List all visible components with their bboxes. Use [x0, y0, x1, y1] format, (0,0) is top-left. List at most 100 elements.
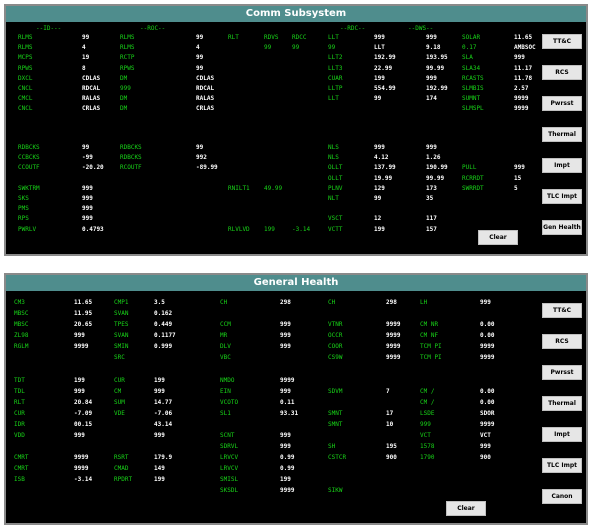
telemetry-cell: DM	[120, 105, 128, 113]
telemetry-cell: 99	[374, 195, 382, 202]
nav-button-6[interactable]: Canon	[542, 489, 582, 504]
nav-button-3[interactable]: Thermal	[542, 396, 582, 411]
telemetry-cell: CUR	[14, 410, 25, 417]
telemetry-cell: CCOUTF	[18, 164, 40, 172]
nav-button-1[interactable]: RCS	[542, 334, 582, 349]
telemetry-cell: CM3	[14, 299, 25, 306]
telemetry-cell: 999	[280, 343, 291, 350]
telemetry-cell: SMISL	[220, 476, 239, 483]
telemetry-cell: 0.00	[480, 388, 495, 395]
telemetry-cell: TDL	[14, 388, 25, 395]
telemetry-cell: RSRT	[114, 454, 129, 461]
telemetry-cell: 99.99	[426, 64, 445, 72]
nav-button-0[interactable]: TT&C	[542, 34, 582, 49]
telemetry-cell: 999	[82, 195, 93, 202]
telemetry-cell: 999	[514, 54, 525, 62]
telemetry-cell: SLMBIS	[462, 85, 484, 92]
telemetry-cell: 999	[120, 85, 131, 92]
telemetry-cell: RALAS	[82, 95, 101, 103]
telemetry-cell: SH	[328, 443, 336, 450]
telemetry-cell: SWRRDT	[462, 184, 484, 192]
telemetry-cell: NLS	[328, 154, 339, 162]
telemetry-cell: NLS	[328, 144, 339, 151]
telemetry-cell: OCCR	[328, 332, 343, 339]
nav-button-4[interactable]: Impt	[542, 427, 582, 442]
nav-button-2[interactable]: Pwrsst	[542, 365, 582, 380]
telemetry-cell: RCRRDT	[462, 174, 484, 182]
telemetry-cell: 0.1177	[154, 332, 176, 339]
telemetry-cell: 9999	[386, 354, 401, 361]
clear-button[interactable]: Clear	[446, 501, 486, 516]
telemetry-cell: 999	[374, 144, 385, 151]
telemetry-cell: RPDRT	[114, 476, 133, 483]
telemetry-cell: 999	[280, 388, 291, 395]
general-health-panel: General Health CM3 11.65 CMP1 3.5 CH 298 CH 298…	[4, 273, 588, 525]
nav-button-2[interactable]: Pwrsst	[542, 96, 582, 111]
nav-button-0[interactable]: TT&C	[542, 303, 582, 318]
telemetry-cell: -99	[82, 154, 93, 162]
telemetry-cell: 999	[280, 443, 291, 450]
telemetry-cell: 0.00	[480, 399, 495, 406]
telemetry-cell: 35	[426, 195, 434, 202]
telemetry-cell: 9999	[74, 465, 89, 472]
telemetry-cell: PMS	[18, 205, 29, 213]
telemetry-cell: RLT	[14, 399, 25, 406]
telemetry-cell: 9999	[280, 377, 295, 384]
telemetry-cell: 12	[374, 215, 382, 223]
telemetry-cell: 0.99	[280, 465, 295, 472]
telemetry-cell: NMDO	[220, 377, 235, 384]
telemetry-cell: 999	[74, 432, 85, 439]
telemetry-cell: VDD	[14, 432, 25, 439]
telemetry-cell: -20.20	[82, 164, 104, 172]
comm-subsystem-panel: Comm Subsystem RLMS 99 RLMS 99 RLT RDVS RDCC LL…	[4, 4, 588, 256]
telemetry-cell: CMCL	[18, 95, 33, 103]
telemetry-cell: 999	[280, 432, 291, 439]
telemetry-cell: 99	[82, 34, 90, 41]
telemetry-cell: LRVCV	[220, 454, 239, 461]
telemetry-cell: CRLAS	[82, 105, 101, 113]
telemetry-cell: SDOR	[480, 410, 495, 417]
telemetry-cell: 999	[154, 432, 165, 439]
nav-button-5[interactable]: TLC Impt	[542, 458, 582, 473]
telemetry-cell: 3.5	[154, 299, 165, 306]
telemetry-cell: CMP1	[114, 299, 129, 306]
telemetry-cell: VCT	[420, 432, 431, 439]
telemetry-cell: 298	[386, 299, 397, 306]
telemetry-cell: DM	[120, 95, 128, 103]
nav-button-4[interactable]: Impt	[542, 158, 582, 173]
telemetry-cell: 99	[374, 95, 382, 103]
telemetry-cell: 199	[280, 476, 291, 483]
telemetry-cell: LH	[420, 299, 428, 306]
telemetry-cell: 9999	[386, 332, 401, 339]
telemetry-cell: ISB	[14, 476, 25, 483]
telemetry-cell: 190.99	[426, 164, 448, 172]
telemetry-cell: VBC	[220, 354, 231, 361]
telemetry-cell: TPES	[114, 321, 129, 328]
clear-button[interactable]: Clear	[478, 230, 518, 245]
telemetry-cell: RCTP	[120, 54, 135, 62]
telemetry-cell: 17	[386, 410, 394, 417]
telemetry-cell: LLT2	[328, 54, 343, 62]
nav-button-5[interactable]: TLC Impt	[542, 189, 582, 204]
telemetry-cell: 298	[280, 299, 291, 306]
telemetry-cell: OLLT	[328, 164, 343, 172]
telemetry-cell: RPWS	[120, 64, 135, 72]
telemetry-cell: CUAR	[328, 74, 343, 82]
telemetry-cell: 199	[154, 377, 165, 384]
telemetry-cell: 117	[426, 215, 437, 223]
nav-button-6[interactable]: Gen Health	[542, 220, 582, 235]
telemetry-cell: VDE	[114, 410, 125, 417]
telemetry-cell: SL1	[220, 410, 231, 417]
telemetry-cell: RDVS	[264, 34, 279, 41]
telemetry-cell: 19	[82, 54, 90, 62]
nav-button-3[interactable]: Thermal	[542, 127, 582, 142]
telemetry-cell: PULL	[462, 164, 477, 172]
nav-button-1[interactable]: RCS	[542, 65, 582, 80]
telemetry-cell: 999	[74, 332, 85, 339]
telemetry-cell: VTNR	[328, 321, 343, 328]
telemetry-cell: CNCL	[18, 105, 33, 113]
telemetry-cell: 11.65	[514, 34, 533, 41]
telemetry-cell: CCM	[220, 321, 231, 328]
telemetry-cell: 199	[74, 377, 85, 384]
telemetry-cell: RDBCKS	[120, 154, 142, 162]
